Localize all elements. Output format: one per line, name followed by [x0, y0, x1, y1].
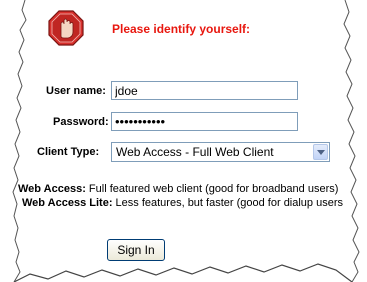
web-access-lite-description: Web Access Lite: Less features, but fast… [22, 197, 343, 209]
client-type-select[interactable]: Web Access - Full Web Client [111, 142, 330, 162]
chevron-down-icon[interactable] [313, 144, 328, 160]
stop-hand-icon [48, 10, 84, 46]
web-access-description: Web Access: Full featured web client (go… [18, 183, 338, 195]
web-access-term: Web Access: [18, 183, 86, 195]
web-access-lite-text: Less features, but faster (good for dial… [112, 197, 344, 209]
username-label: User name: [46, 85, 106, 97]
sign-in-button[interactable]: Sign In [107, 239, 165, 261]
web-access-lite-term: Web Access Lite: [22, 197, 113, 209]
client-type-label: Client Type: [37, 146, 100, 158]
password-input[interactable] [111, 112, 298, 131]
client-type-selected-value: Web Access - Full Web Client [116, 145, 274, 159]
password-label: Password: [53, 116, 109, 128]
web-access-text: Full featured web client (good for broad… [85, 183, 339, 195]
username-input[interactable] [111, 81, 298, 100]
page-heading: Please identify yourself: [112, 22, 251, 36]
